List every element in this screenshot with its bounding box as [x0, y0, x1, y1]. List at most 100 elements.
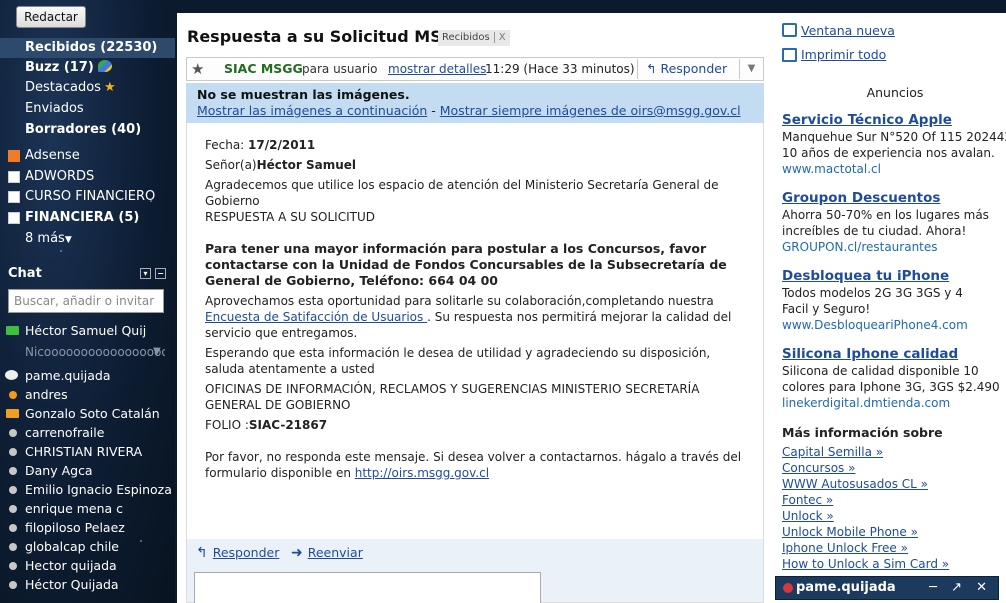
new-window-icon[interactable] [782, 23, 797, 37]
inbox-label-chip[interactable]: Recibidos X [438, 30, 510, 46]
ad-url[interactable]: GROUPON.cl/restaurantes [782, 239, 1006, 255]
folder-buzz[interactable]: Buzz (17) [0, 58, 175, 78]
chat-popup-name[interactable]: pame.quijada [796, 577, 896, 599]
related-link[interactable]: Unlock » [782, 508, 834, 524]
chat-contact[interactable]: carrenofraile [0, 423, 175, 442]
ad-url[interactable]: www.mactotal.cl [782, 161, 1006, 177]
chat-contact-name: Héctor Quijada [25, 577, 119, 592]
date-label: Fecha: [205, 138, 249, 152]
related-link[interactable]: Concursos » [782, 460, 855, 476]
show-images-link[interactable]: Mostrar las imágenes a continuación [197, 103, 427, 118]
chat-self-name: Héctor Samuel Quij [25, 323, 147, 338]
chat-contact[interactable]: Emilio Ignacio Espinoza [0, 480, 175, 499]
ad-url[interactable]: linekerdigital.dmtienda.com [782, 395, 1006, 411]
chat-popup-bar[interactable]: pame.quijada ─ ↗ ✕ [775, 576, 999, 600]
reply-textarea[interactable] [194, 572, 541, 603]
chat-contact-name: Emilio Ignacio Espinoza [25, 482, 172, 497]
compose-button[interactable]: Redactar [16, 6, 86, 28]
footer-reply-button[interactable]: ↰ Responder [196, 544, 279, 562]
folder-starred[interactable]: Destacados ★ [0, 78, 175, 98]
print-icon[interactable] [782, 48, 797, 62]
chat-search-input[interactable]: Buscar, añadir o invitar [8, 289, 164, 313]
chat-contact[interactable]: filopiloso Pelaez [0, 518, 175, 537]
chat-minimize-icon[interactable]: − [155, 268, 166, 279]
related-link[interactable]: WWW Autosusados CL » [782, 476, 928, 492]
chat-self[interactable]: Héctor Samuel Quij [0, 321, 175, 340]
chevron-down-icon[interactable]: ▼ [153, 342, 161, 362]
sender-name[interactable]: SIAC MSGG [224, 58, 303, 80]
status-offline-icon [9, 448, 17, 456]
chat-contact[interactable]: globalcap chile [0, 537, 175, 556]
ad-item[interactable]: Servicio Técnico Apple Manquehue Sur N°5… [782, 112, 1006, 177]
message-view: Respuesta a su Solicitud MSGG Recibidos X… [177, 13, 767, 603]
new-window-link[interactable]: Ventana nueva [801, 23, 895, 39]
star-icon[interactable]: ★ [191, 58, 204, 80]
label-adwords[interactable]: ADWORDS [0, 167, 175, 187]
folder-starred-label: Destacados [25, 80, 101, 95]
related-link[interactable]: How to Unlock a Sim Card » [782, 556, 949, 572]
chat-title: Chat [8, 266, 42, 281]
label-financiera[interactable]: FINANCIERA (5) [0, 208, 175, 228]
body-paragraph: OFICINAS DE INFORMACIÓN, RECLAMOS Y SUGE… [205, 382, 700, 412]
ad-item[interactable]: Groupon Descuentos Ahorra 50-70% en los … [782, 190, 1006, 255]
ad-title[interactable]: Silicona Iphone calidad [782, 346, 1006, 363]
chat-options-icon[interactable]: ▾ [140, 268, 151, 279]
label-curso-financiero[interactable]: CURSO FINANCIERO [0, 187, 175, 207]
related-link[interactable]: Fontec » [782, 492, 833, 508]
message-header: ★ SIAC MSGG para usuario mostrar detalle… [186, 57, 764, 81]
related-link[interactable]: Capital Semilla » [782, 444, 883, 460]
folder-drafts[interactable]: Borradores (40) [0, 120, 175, 140]
ad-item[interactable]: Silicona Iphone calidad Silicona de cali… [782, 346, 1006, 411]
chat-contact-name: andres [25, 387, 68, 402]
related-link[interactable]: Unlock Mobile Phone » [782, 524, 918, 540]
more-actions-dropdown[interactable]: ▼ [739, 59, 763, 79]
ad-title[interactable]: Desbloquea tu iPhone [782, 268, 1006, 285]
folio-label: FOLIO : [205, 418, 249, 432]
chat-contact[interactable]: CHRISTIAN RIVERA [0, 442, 175, 461]
label-adsense-text: Adsense [25, 148, 80, 163]
folder-sent[interactable]: Enviados [0, 99, 175, 119]
chat-contact[interactable]: Héctor Quijada [0, 575, 175, 594]
message-subject: Respuesta a su Solicitud MSGG [187, 27, 469, 46]
star-icon: ★ [103, 80, 116, 95]
show-details-link[interactable]: mostrar detalles [388, 58, 486, 80]
chat-contact-name: CHRISTIAN RIVERA [25, 444, 143, 459]
ad-url[interactable]: www.DesbloqueariPhone4.com [782, 317, 1006, 333]
reply-footer: ↰ Responder ➜ Reenviar [186, 539, 764, 603]
status-message-input[interactable]: Nicoooooooooooooooooo [25, 342, 165, 362]
label-adsense[interactable]: Adsense [0, 146, 175, 166]
footer-forward-button[interactable]: ➜ Reenviar [291, 544, 363, 562]
print-all-link[interactable]: Imprimir todo [801, 47, 886, 63]
chat-contact[interactable]: Dany Agca [0, 461, 175, 480]
chat-contact-name: enrique mena c [25, 501, 124, 516]
chat-contact[interactable]: Hector quijada [0, 556, 175, 575]
buzz-icon [97, 60, 112, 72]
always-show-images-link[interactable]: Mostrar siempre imágenes de oirs@msgg.go… [440, 103, 741, 118]
body-paragraph-bold: Para tener una mayor información para po… [205, 241, 727, 288]
label-financiera-text: FINANCIERA (5) [25, 210, 140, 225]
status-idle-icon [9, 391, 17, 399]
chat-contact[interactable]: andres [0, 385, 175, 404]
folder-buzz-label: Buzz (17) [25, 60, 94, 75]
chat-contact-name: Gonzalo Soto Catalán [25, 406, 160, 421]
remove-label-button[interactable]: X [493, 32, 506, 43]
chat-contact-name: globalcap chile [25, 539, 119, 554]
label-curso-financiero-text: CURSO FINANCIERO [25, 189, 156, 204]
ad-title[interactable]: Groupon Descuentos [782, 190, 1006, 207]
oirs-link[interactable]: http://oirs.msgg.gov.cl [355, 466, 489, 480]
body-text: Aprovechamos esta oportunidad para solit… [205, 294, 714, 308]
ad-title[interactable]: Servicio Técnico Apple [782, 112, 1006, 129]
more-labels-link[interactable]: 8 más▼ [0, 229, 175, 249]
chat-popup-controls[interactable]: ─ ↗ ✕ [929, 577, 992, 599]
folder-inbox[interactable]: Recibidos (22530) [0, 38, 175, 58]
chat-contact[interactable]: enrique mena c [0, 499, 175, 518]
ad-item[interactable]: Desbloquea tu iPhone Todos modelos 2G 3G… [782, 268, 1006, 333]
label-color-swatch [8, 150, 20, 162]
reply-button[interactable]: ↰ Responder [637, 59, 737, 79]
folio-value: SIAC-21867 [248, 418, 328, 432]
survey-link[interactable]: Encuesta de Satifacción de Usuarios [205, 310, 427, 324]
chat-contact[interactable]: Gonzalo Soto Catalán [0, 404, 175, 423]
chat-contact[interactable]: pame.quijada [0, 366, 175, 385]
related-link[interactable]: Iphone Unlock Free » [782, 540, 908, 556]
reply-button-label: Responder [660, 61, 728, 76]
